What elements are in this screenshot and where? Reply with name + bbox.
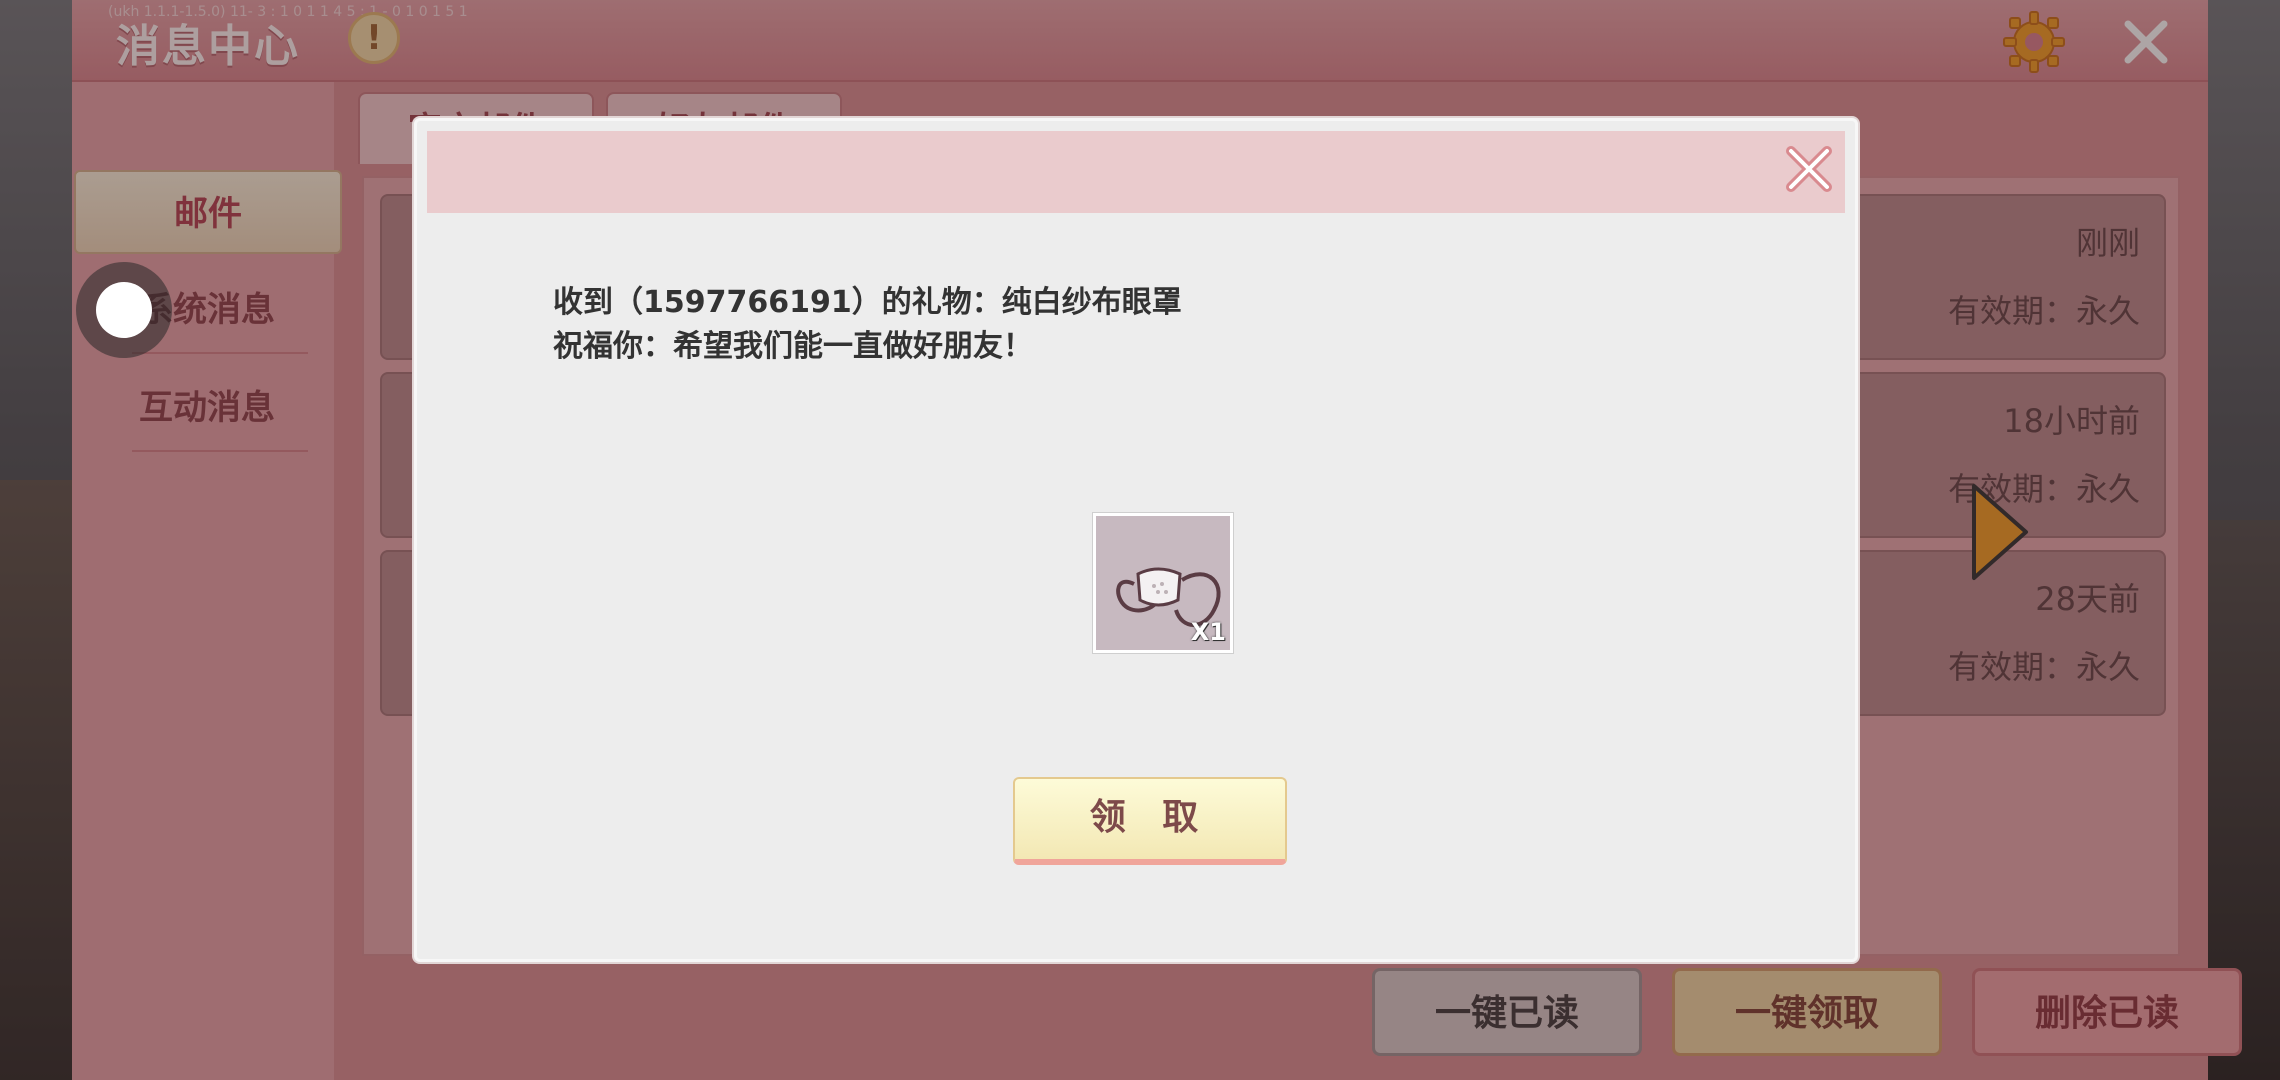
close-icon[interactable]: [1783, 143, 1835, 195]
claim-button[interactable]: 领 取: [1013, 777, 1287, 865]
gift-blessing-line: 祝福你：希望我们能一直做好朋友！: [553, 329, 1033, 364]
gift-message-line: 收到（1597766191）的礼物：纯白纱布眼罩: [553, 285, 1182, 320]
gift-quantity: X1: [1190, 618, 1226, 646]
floating-assist-button[interactable]: [76, 262, 172, 358]
dialog-header: [427, 131, 1845, 213]
gift-item-slot[interactable]: X1: [1093, 513, 1233, 653]
gift-mail-dialog: 收到（1597766191）的礼物：纯白纱布眼罩 祝福你：希望我们能一直做好朋友…: [414, 118, 1858, 962]
floating-assist-dot: [96, 282, 152, 338]
